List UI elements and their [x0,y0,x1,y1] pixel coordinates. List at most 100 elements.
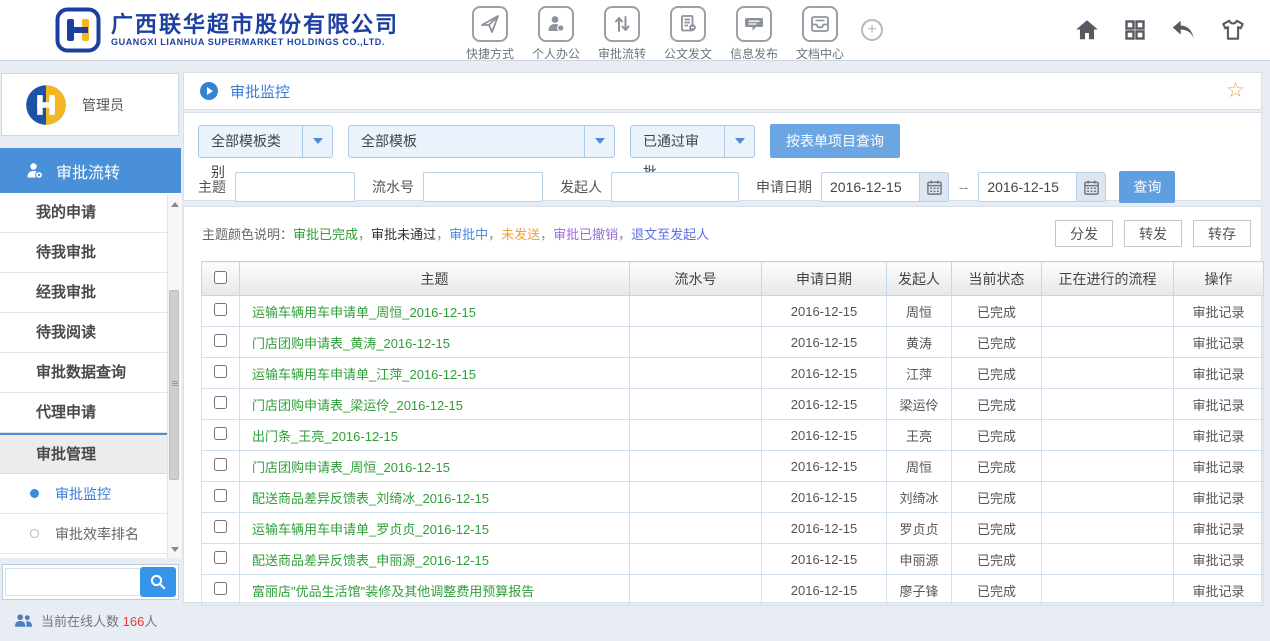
subject-link[interactable]: 配送商品差异反馈表_申丽源_2016-12-15 [252,553,489,568]
legend-item-rejected: 审批未通过 [371,224,436,243]
chevron-down-icon[interactable] [584,126,614,157]
row-checkbox[interactable] [214,303,227,316]
legend-item-in-approval: 审批中 [449,224,488,243]
table-header-row: 主题 流水号 申请日期 发起人 当前状态 正在进行的流程 操作 [202,262,1264,296]
subject-input[interactable] [235,172,355,202]
sidebar-item-pending-my-reading[interactable]: 待我阅读 [0,313,168,353]
page-title-bar: 审批监控 ☆ [183,72,1262,110]
subject-link[interactable]: 门店团购申请表_黄涛_2016-12-15 [252,336,450,351]
forward-button[interactable]: 转发 [1124,220,1182,247]
calendar-icon[interactable] [1076,172,1106,202]
sidebar-item-approval-efficiency-ranking[interactable]: 审批效率排名 [0,514,168,554]
sidebar-section-approval-management[interactable]: 审批管理 [0,433,168,474]
sidebar-scrollbar[interactable] [167,194,180,558]
nav-item-approval-flow[interactable]: 审批流转 [589,6,655,62]
legend-item-completed: 审批已完成 [293,224,358,243]
scrollbar-thumb[interactable] [169,290,179,480]
initiator-input[interactable] [611,172,739,202]
sidebar-item-approved-by-me[interactable]: 经我审批 [0,273,168,313]
nav-item-doc-center[interactable]: 文档中心 [787,6,853,62]
row-checkbox[interactable] [214,427,227,440]
row-checkbox[interactable] [214,520,227,533]
nav-item-info-publish[interactable]: 信息发布 [721,6,787,62]
row-checkbox[interactable] [214,458,227,471]
subject-link[interactable]: 运输车辆用车申请单_罗贞贞_2016-12-15 [252,522,489,537]
admin-label: 管理员 [82,95,124,115]
table-row: 运输车辆用车申请单_周恒_2016-12-15 2016-12-15 周恒 已完… [202,296,1264,327]
scroll-up-icon[interactable] [171,202,179,207]
sidebar-item-proxy-application[interactable]: 代理申请 [0,393,168,433]
template-dropdown[interactable]: 全部模板 [348,125,615,158]
approval-record-link[interactable]: 审批记录 [1192,553,1244,568]
approval-record-link[interactable]: 审批记录 [1192,584,1244,599]
subject-label: 主题 [198,177,226,197]
approval-status-dropdown[interactable]: 已通过审批 [630,125,755,158]
company-name: 广西联华超市股份有限公司 [111,13,399,37]
subject-link[interactable]: 运输车辆用车申请单_江萍_2016-12-15 [252,367,476,382]
add-module-button[interactable]: + [861,19,883,41]
date-from-input[interactable] [821,172,919,202]
col-status: 当前状态 [952,262,1042,296]
approval-record-link[interactable]: 审批记录 [1192,305,1244,320]
legend-item-returned: 退文至发起人 [631,224,709,243]
nav-item-official-docs[interactable]: 公文发文 [655,6,721,62]
subject-link[interactable]: 门店团购申请表_周恒_2016-12-15 [252,460,450,475]
sidebar-search-button[interactable] [140,567,176,597]
sidebar-search [2,564,179,600]
select-all-checkbox[interactable] [214,271,227,284]
approval-record-link[interactable]: 审批记录 [1192,367,1244,382]
row-checkbox[interactable] [214,582,227,595]
apps-grid-icon[interactable] [1123,18,1147,42]
row-checkbox[interactable] [214,489,227,502]
form-item-query-button[interactable]: 按表单项目查询 [770,124,900,158]
approval-record-link[interactable]: 审批记录 [1192,429,1244,444]
sidebar-item-approval-monitor[interactable]: 审批监控 [0,474,168,514]
sidebar-item-pending-my-approval[interactable]: 待我审批 [0,233,168,273]
col-operation: 操作 [1174,262,1264,296]
row-checkbox[interactable] [214,396,227,409]
nav-item-personal-office[interactable]: 个人办公 [523,6,589,62]
col-initiator: 发起人 [887,262,952,296]
subject-link[interactable]: 配送商品差异反馈表_刘绮冰_2016-12-15 [252,491,489,506]
document-icon [677,13,699,35]
theme-shirt-icon[interactable] [1220,17,1246,43]
query-button[interactable]: 查询 [1119,171,1175,203]
legend-item-unsent: 未发送 [501,224,540,243]
approval-record-link[interactable]: 审批记录 [1192,398,1244,413]
sidebar-section-approval-flow[interactable]: 审批流转 [0,148,181,193]
scroll-down-icon[interactable] [171,547,179,552]
row-checkbox[interactable] [214,365,227,378]
subject-link[interactable]: 出门条_王亮_2016-12-15 [252,429,398,444]
table-row: 配送商品差异反馈表_申丽源_2016-12-15 2016-12-15 申丽源 … [202,544,1264,575]
sidebar-search-input[interactable] [5,568,140,596]
apply-date-label: 申请日期 [756,177,812,197]
initiator-label: 发起人 [560,177,602,197]
row-checkbox[interactable] [214,334,227,347]
favorite-star-icon[interactable]: ☆ [1226,81,1245,101]
subject-link[interactable]: 富丽店"优品生活馆"装修及其他调整费用预算报告 [252,584,534,599]
nav-item-shortcuts[interactable]: 快捷方式 [457,6,523,62]
approval-record-link[interactable]: 审批记录 [1192,336,1244,351]
sidebar-item-approval-data-query[interactable]: 审批数据查询 [0,353,168,393]
chevron-down-icon[interactable] [724,126,754,157]
calendar-icon[interactable] [919,172,949,202]
chevron-down-icon[interactable] [302,126,332,157]
home-icon[interactable] [1074,17,1100,43]
archive-button[interactable]: 转存 [1193,220,1251,247]
back-icon[interactable] [1170,17,1197,44]
subject-link[interactable]: 门店团购申请表_梁运伶_2016-12-15 [252,398,463,413]
date-to-input[interactable] [978,172,1076,202]
people-icon [14,613,33,629]
approval-record-link[interactable]: 审批记录 [1192,491,1244,506]
approval-record-link[interactable]: 审批记录 [1192,522,1244,537]
template-category-dropdown[interactable]: 全部模板类别 [198,125,333,158]
approval-record-link[interactable]: 审批记录 [1192,460,1244,475]
row-checkbox[interactable] [214,551,227,564]
subject-link[interactable]: 运输车辆用车申请单_周恒_2016-12-15 [252,305,476,320]
col-serial: 流水号 [630,262,762,296]
distribute-button[interactable]: 分发 [1055,220,1113,247]
table-row: 出门条_王亮_2016-12-15 2016-12-15 王亮 已完成 审批记录 [202,420,1264,451]
avatar [24,83,68,127]
serial-input[interactable] [423,172,543,202]
sidebar-item-my-applications[interactable]: 我的申请 [0,193,168,233]
